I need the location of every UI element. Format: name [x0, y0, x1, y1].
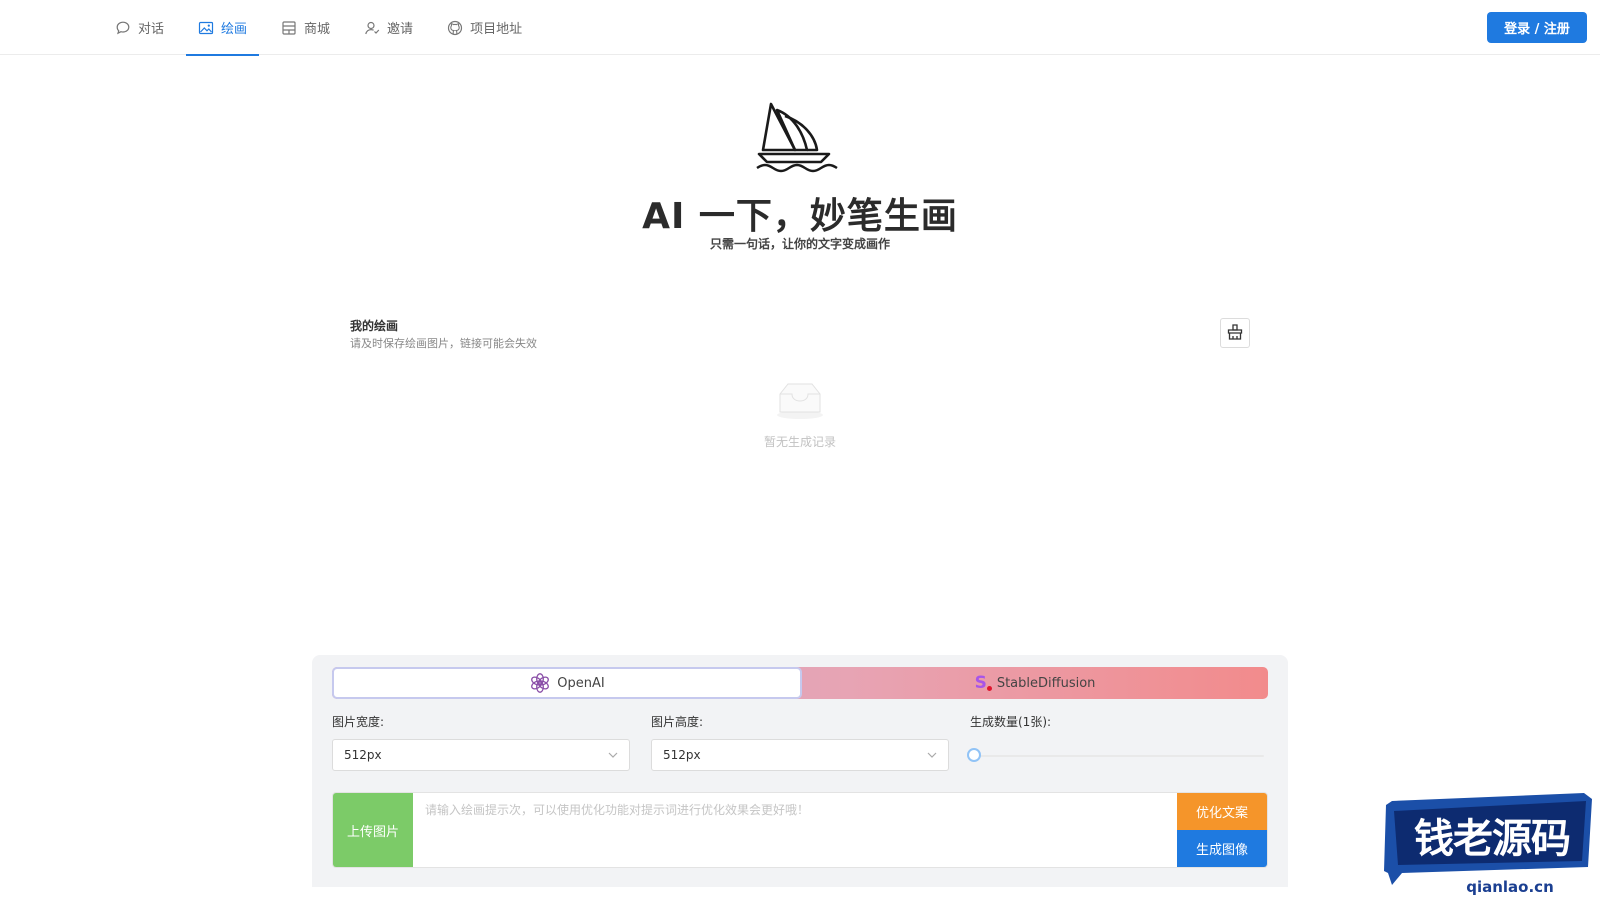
main-nav: 对话 绘画 商城 邀请 项目地址 — [103, 0, 544, 56]
height-select-value: 512px — [663, 748, 701, 762]
watermark-text: 钱老源码 — [1414, 816, 1571, 862]
image-icon — [198, 20, 214, 36]
nav-label: 绘画 — [221, 22, 248, 37]
chat-icon — [115, 20, 131, 36]
broom-icon — [1226, 323, 1244, 344]
height-select[interactable]: 512px — [651, 739, 949, 771]
nav-item-shop[interactable]: 商城 — [269, 0, 342, 55]
nav-label: 邀请 — [387, 22, 414, 37]
nav-item-invite[interactable]: 邀请 — [352, 0, 425, 55]
nav-label: 对话 — [138, 22, 165, 37]
upload-image-button[interactable]: 上传图片 — [333, 793, 413, 867]
hero-title: AI 一下，妙笔生画 — [642, 196, 958, 237]
top-navbar: 对话 绘画 商城 邀请 项目地址 登录 / 注册 — [0, 0, 1600, 56]
openai-icon — [529, 672, 551, 694]
hero-subtitle: 只需一句话，让你的文字变成画作 — [709, 237, 890, 251]
nav-label: 商城 — [304, 22, 331, 37]
count-slider-track[interactable] — [974, 755, 1264, 757]
login-register-button[interactable]: 登录 / 注册 — [1487, 12, 1587, 43]
nav-item-draw[interactable]: 绘画 — [186, 0, 260, 56]
my-drawings-title: 我的绘画 — [350, 319, 399, 333]
count-label: 生成数量(1张): — [970, 715, 1052, 729]
tab-stable-diffusion[interactable]: S StableDiffusion — [802, 667, 1268, 699]
nav-item-chat[interactable]: 对话 — [103, 0, 176, 55]
chevron-down-icon — [607, 749, 619, 764]
optimize-prompt-button[interactable]: 优化文案 — [1177, 793, 1267, 830]
prompt-row: 上传图片 优化文案 生成图像 — [332, 792, 1268, 868]
empty-box-icon — [775, 380, 825, 420]
my-drawings-tip: 请及时保存绘画图片，链接可能会失效 — [350, 337, 537, 350]
nav-label: 项目地址 — [470, 22, 523, 37]
generate-image-button[interactable]: 生成图像 — [1177, 830, 1267, 867]
height-label: 图片高度: — [651, 715, 704, 729]
invite-icon — [364, 20, 380, 36]
prompt-input[interactable] — [413, 793, 1177, 867]
width-select-value: 512px — [344, 748, 382, 762]
watermark-domain: qianlao.cn — [1466, 878, 1554, 896]
tab-openai[interactable]: OpenAI — [332, 667, 802, 699]
tab-label: OpenAI — [557, 675, 605, 691]
action-buttons: 优化文案 生成图像 — [1177, 793, 1267, 867]
empty-records-text: 暂无生成记录 — [763, 435, 836, 449]
width-select[interactable]: 512px — [332, 739, 630, 771]
chevron-down-icon — [926, 749, 938, 764]
count-slider-handle[interactable] — [967, 748, 981, 762]
clear-records-button[interactable] — [1220, 318, 1250, 348]
nav-item-github[interactable]: 项目地址 — [435, 0, 534, 55]
tab-label: StableDiffusion — [996, 675, 1096, 691]
sailboat-logo — [755, 102, 845, 174]
model-tabs: OpenAI S StableDiffusion — [332, 667, 1268, 699]
width-label: 图片宽度: — [332, 715, 385, 729]
stable-diffusion-icon: S — [974, 673, 993, 693]
shop-icon — [281, 20, 297, 36]
github-icon — [447, 20, 463, 36]
